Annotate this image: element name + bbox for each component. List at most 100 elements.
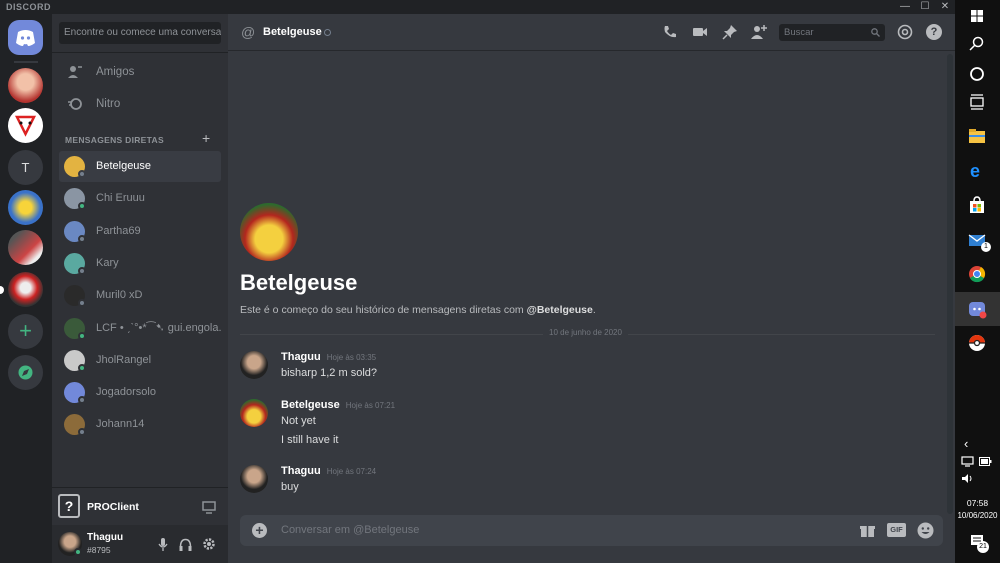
file-explorer-icon[interactable]	[967, 126, 987, 146]
message-input[interactable]: Conversar em @Betelgeuse	[281, 524, 419, 536]
scrollbar[interactable]	[947, 54, 953, 514]
store-icon[interactable]	[967, 195, 987, 215]
gif-button[interactable]: GIF	[887, 523, 906, 537]
compass-icon	[18, 365, 33, 380]
unknown-game-icon: ?	[58, 494, 80, 518]
server-icon-pbs[interactable]	[8, 272, 43, 307]
edge-icon[interactable]: e	[967, 160, 987, 180]
add-server-button[interactable]: +	[8, 314, 43, 349]
dm-name: Chi Eruuu	[96, 192, 145, 205]
create-dm-button[interactable]: +	[202, 130, 210, 146]
message-timestamp: Hoje às 03:35	[326, 353, 377, 362]
proclient-bar[interactable]: ? PROClient	[52, 487, 228, 525]
nitro-icon	[68, 98, 82, 110]
status-indicator-icon	[78, 331, 86, 340]
explore-servers-button[interactable]	[8, 355, 43, 390]
header-search-input[interactable]: Buscar	[779, 24, 885, 41]
network-icon[interactable]	[961, 456, 974, 467]
status-indicator-icon	[78, 170, 86, 178]
maximize-button[interactable]: ☐	[915, 0, 935, 14]
pin-icon[interactable]	[722, 24, 738, 40]
server-icon-mask[interactable]	[8, 108, 43, 143]
discord-icon	[969, 302, 987, 319]
status-indicator-icon	[78, 234, 86, 243]
server-icon-t[interactable]: T	[8, 150, 43, 185]
status-indicator-icon	[78, 202, 86, 211]
server-icon[interactable]	[8, 230, 43, 265]
dm-name: JholRangel	[96, 353, 152, 366]
message-composer: + Conversar em @Betelgeuse GIF	[240, 515, 943, 546]
message-timestamp: Hoje às 07:24	[326, 467, 377, 476]
proclient-label: PROClient	[87, 501, 139, 513]
message-author[interactable]: Betelgeuse Hoje às 07:21	[281, 399, 395, 411]
dm-item[interactable]: LCF • ˏˋ°•*⁀➷ gui.engola...	[59, 313, 221, 344]
dm-item[interactable]: Johann14	[59, 409, 221, 440]
divider	[52, 52, 228, 53]
dm-name: Johann14	[96, 418, 145, 431]
channel-name: Betelgeuse	[263, 26, 322, 38]
volume-icon[interactable]	[961, 473, 974, 484]
help-icon[interactable]: ?	[926, 24, 942, 40]
nitro-label: Nitro	[96, 98, 121, 110]
intro-title: Betelgeuse	[240, 270, 358, 295]
screen-share-icon[interactable]	[202, 500, 216, 514]
task-view-icon[interactable]	[967, 92, 987, 112]
add-friend-icon[interactable]	[751, 24, 767, 40]
battery-icon[interactable]	[979, 457, 992, 466]
status-indicator-icon	[78, 396, 86, 405]
emoji-icon[interactable]	[917, 522, 934, 539]
nitro-link[interactable]: Nitro	[59, 90, 221, 118]
dm-item[interactable]: Betelgeuse	[59, 151, 221, 182]
friends-label: Amigos	[96, 66, 135, 78]
settings-gear-icon[interactable]	[202, 537, 216, 551]
show-hidden-icons-icon[interactable]: ‹	[964, 436, 968, 451]
microphone-icon[interactable]	[157, 538, 169, 551]
dm-item[interactable]: Muril0 xD	[59, 280, 221, 311]
message-avatar[interactable]	[240, 465, 268, 493]
search-placeholder: Buscar	[784, 27, 814, 38]
gift-icon[interactable]	[860, 523, 875, 538]
intro-text: Este é o começo do seu histórico de mens…	[240, 304, 596, 316]
dm-item[interactable]: Kary	[59, 248, 221, 279]
clock-time[interactable]: 07:58	[955, 498, 1000, 508]
message-group: Thaguu Hoje às 07:24 buy	[240, 465, 920, 502]
video-call-icon[interactable]	[692, 24, 708, 40]
message-avatar[interactable]	[240, 351, 268, 379]
message-author[interactable]: Thaguu Hoje às 03:35	[281, 351, 376, 363]
server-icon[interactable]	[8, 68, 43, 103]
discord-logo-icon	[16, 30, 35, 46]
dm-item[interactable]: Chi Eruuu	[59, 183, 221, 214]
message-group: Betelgeuse Hoje às 07:21 Not yet I still ha…	[240, 399, 920, 453]
close-button[interactable]: ✕	[935, 0, 955, 14]
voice-call-icon[interactable]	[662, 24, 678, 40]
mentions-icon[interactable]	[897, 24, 913, 40]
message-author[interactable]: Thaguu Hoje às 07:24	[281, 465, 376, 477]
cortana-icon[interactable]	[967, 64, 987, 84]
server-icon[interactable]	[8, 190, 43, 225]
offline-status-icon	[324, 29, 331, 36]
upload-button[interactable]: +	[252, 523, 267, 538]
pokeball-icon[interactable]	[967, 333, 987, 353]
headphones-icon[interactable]	[179, 538, 192, 551]
clock-date[interactable]: 10/06/2020	[955, 511, 1000, 520]
chrome-icon[interactable]	[967, 264, 987, 284]
dm-item[interactable]: JholRangel	[59, 345, 221, 376]
windows-start-icon[interactable]	[967, 6, 987, 26]
home-button[interactable]	[8, 20, 43, 55]
dm-name: Jogadorsolo	[96, 386, 156, 399]
dm-header: MENSAGENS DIRETAS	[65, 135, 164, 145]
discord-taskbar-button[interactable]	[955, 292, 1000, 326]
dm-name: Muril0 xD	[96, 289, 143, 302]
friends-link[interactable]: Amigos	[59, 58, 221, 86]
search-icon[interactable]	[967, 34, 987, 54]
dm-sidebar: Encontre ou comece uma conversa Amigos N…	[52, 14, 228, 563]
message-text: bisharp 1,2 m sold?	[281, 367, 377, 379]
title-bar: DISCORD — ☐ ✕	[0, 0, 955, 14]
chat-area: @ Betelgeuse Buscar ? Betelgeuse Este é …	[228, 14, 955, 563]
dm-item[interactable]: Partha69	[59, 216, 221, 247]
message-avatar[interactable]	[240, 399, 268, 427]
find-conversation-input[interactable]: Encontre ou comece uma conversa	[59, 22, 221, 44]
dm-item[interactable]: Jogadorsolo	[59, 377, 221, 408]
username: Thaguu	[87, 532, 124, 543]
minimize-button[interactable]: —	[895, 0, 915, 14]
